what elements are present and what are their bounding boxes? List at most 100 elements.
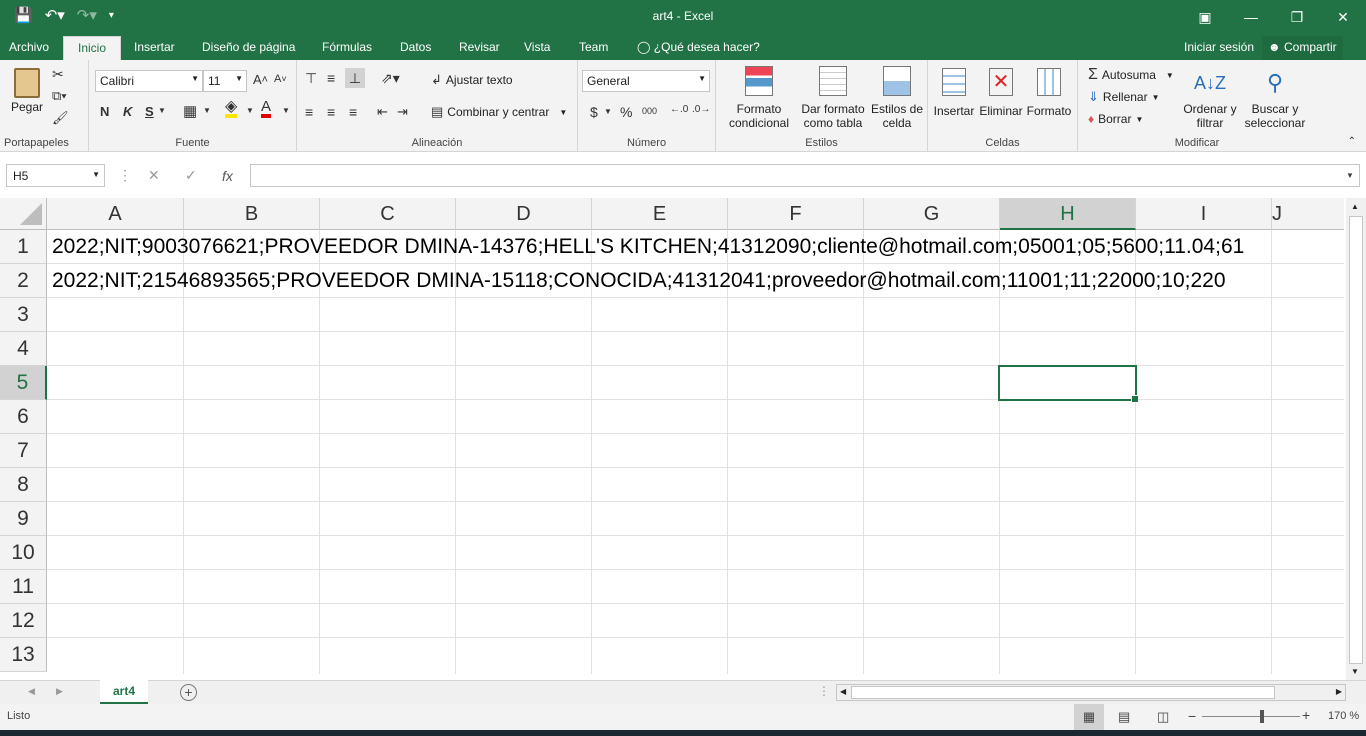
formula-input[interactable] — [250, 164, 1360, 187]
font-name-select[interactable]: Calibri ▼ — [95, 70, 203, 92]
bold-button[interactable]: N — [100, 104, 109, 119]
row-header-10[interactable]: 10 — [0, 536, 47, 570]
currency-button[interactable]: $ — [590, 104, 598, 120]
column-header-j[interactable]: J — [1272, 198, 1344, 230]
row-header-5[interactable]: 5 — [0, 366, 47, 400]
insert-cells-button[interactable]: Insertar — [932, 64, 976, 118]
underline-dropdown-icon[interactable]: ▼ — [158, 106, 166, 115]
column-header-i[interactable]: I — [1136, 198, 1272, 230]
tab-vista[interactable]: Vista — [524, 40, 550, 54]
zoom-level[interactable]: 170 % — [1328, 710, 1359, 722]
column-header-f[interactable]: F — [728, 198, 864, 230]
enter-icon[interactable]: ✓ — [185, 164, 197, 187]
increase-decimal-icon[interactable]: ←.0 — [670, 104, 688, 115]
borders-icon[interactable]: ▦ — [183, 102, 197, 120]
row-header-3[interactable]: 3 — [0, 298, 47, 332]
fill-button[interactable]: ⇓ Rellenar ▼ — [1088, 89, 1160, 105]
decrease-decimal-icon[interactable]: .0→ — [692, 104, 710, 115]
row-header-1[interactable]: 1 — [0, 230, 47, 264]
fill-color-dropdown-icon[interactable]: ▼ — [246, 106, 254, 115]
zoom-out-icon[interactable]: − — [1188, 708, 1196, 724]
percent-button[interactable]: % — [620, 104, 632, 120]
zoom-slider-thumb[interactable] — [1260, 710, 1264, 723]
align-bottom-icon[interactable]: ⊥ — [345, 68, 365, 88]
zoom-in-icon[interactable]: + — [1302, 707, 1310, 723]
row-header-4[interactable]: 4 — [0, 332, 47, 366]
row-header-7[interactable]: 7 — [0, 434, 47, 468]
cut-icon[interactable]: ✂ — [52, 66, 64, 83]
row-header-12[interactable]: 12 — [0, 604, 47, 638]
sign-in-link[interactable]: Iniciar sesión — [1184, 40, 1254, 54]
number-format-select[interactable]: General ▼ — [582, 70, 710, 92]
cell-styles-button[interactable]: Estilos de celda — [868, 64, 926, 130]
horizontal-scroll-thumb[interactable] — [851, 686, 1275, 699]
grow-font-icon[interactable]: A ˄ — [253, 72, 268, 87]
borders-dropdown-icon[interactable]: ▼ — [203, 106, 211, 115]
format-painter-icon[interactable]: 🖌 — [52, 110, 69, 126]
zoom-slider[interactable] — [1202, 710, 1300, 723]
next-sheet-icon[interactable]: ▶ — [56, 686, 63, 697]
align-right-icon[interactable]: ≡ — [349, 104, 357, 120]
column-header-c[interactable]: C — [320, 198, 456, 230]
fill-color-icon[interactable]: ◈ — [225, 99, 238, 118]
restore-icon[interactable]: ❐ — [1274, 0, 1320, 34]
share-button[interactable]: ☻ Compartir — [1262, 36, 1343, 60]
sort-filter-button[interactable]: A↓Z Ordenar y filtrar — [1178, 64, 1242, 130]
column-header-d[interactable]: D — [456, 198, 592, 230]
shrink-font-icon[interactable]: A ˅ — [274, 73, 287, 85]
align-center-icon[interactable]: ≡ — [327, 104, 335, 120]
vertical-scroll-thumb[interactable] — [1349, 216, 1363, 664]
tab-insertar[interactable]: Insertar — [134, 40, 175, 54]
format-cells-button[interactable]: Formato — [1026, 64, 1072, 118]
font-size-select[interactable]: 11 ▼ — [203, 70, 247, 92]
decrease-indent-icon[interactable]: ⇤ — [377, 104, 388, 120]
cell-a2[interactable]: 2022;NIT;21546893565;PROVEEDOR DMINA-151… — [52, 264, 1226, 298]
italic-button[interactable]: K — [123, 104, 132, 119]
cancel-icon[interactable]: ✕ — [148, 164, 160, 187]
conditional-format-button[interactable]: Formato condicional — [722, 64, 796, 130]
tell-me-box[interactable]: ◯ ¿Qué desea hacer? — [637, 40, 760, 54]
scroll-up-icon[interactable]: ▲ — [1351, 202, 1359, 211]
column-header-h[interactable]: H — [1000, 198, 1136, 230]
worksheet-grid[interactable]: A B C D E F G H I J 1 2 3 4 5 6 7 8 9 10… — [0, 198, 1344, 674]
orientation-icon[interactable]: ⇗▾ — [381, 70, 400, 87]
ribbon-display-icon[interactable]: ▣ — [1182, 0, 1228, 34]
scroll-left-icon[interactable]: ◀ — [840, 687, 846, 696]
expand-formula-bar-icon[interactable]: ▼ — [1346, 164, 1354, 187]
horizontal-scrollbar[interactable]: ◀ ▶ — [836, 684, 1346, 701]
minimize-icon[interactable]: — — [1228, 0, 1274, 34]
underline-button[interactable]: S — [145, 104, 154, 119]
column-header-g[interactable]: G — [864, 198, 1000, 230]
scroll-right-icon[interactable]: ▶ — [1336, 687, 1342, 696]
align-top-icon[interactable]: ⊤ — [305, 70, 317, 87]
close-icon[interactable]: ✕ — [1320, 0, 1366, 34]
prev-sheet-icon[interactable]: ◀ — [28, 686, 35, 697]
page-break-icon[interactable]: ◫ — [1157, 709, 1169, 725]
column-header-e[interactable]: E — [592, 198, 728, 230]
tab-formulas[interactable]: Fórmulas — [322, 40, 372, 54]
copy-icon[interactable]: ⧉▾ — [52, 88, 67, 104]
cell-a1[interactable]: 2022;NIT;9003076621;PROVEEDOR DMINA-1437… — [52, 230, 1244, 264]
tab-datos[interactable]: Datos — [400, 40, 431, 54]
normal-view-icon[interactable]: ▦ — [1074, 704, 1104, 730]
sheet-tab-art4[interactable]: art4 — [100, 680, 148, 705]
row-header-13[interactable]: 13 — [0, 638, 47, 672]
autosum-button[interactable]: Σ Autosuma ▼ — [1088, 66, 1174, 84]
align-middle-icon[interactable]: ≡ — [327, 70, 335, 86]
find-select-button[interactable]: ⚲ Buscar y seleccionar — [1238, 64, 1312, 130]
row-header-6[interactable]: 6 — [0, 400, 47, 434]
scroll-down-icon[interactable]: ▼ — [1351, 667, 1359, 676]
name-box[interactable]: H5 ▼ — [6, 164, 105, 187]
select-all-button[interactable] — [0, 198, 47, 230]
font-color-dropdown-icon[interactable]: ▼ — [282, 106, 290, 115]
active-cell-h5[interactable] — [998, 365, 1139, 403]
currency-dropdown-icon[interactable]: ▼ — [604, 107, 612, 116]
tab-archivo[interactable]: Archivo — [9, 40, 49, 54]
insert-function-icon[interactable]: fx — [222, 164, 233, 187]
add-sheet-icon[interactable]: + — [180, 684, 197, 701]
page-layout-icon[interactable]: ▤ — [1118, 709, 1130, 725]
font-color-icon[interactable]: A — [261, 99, 272, 118]
row-header-2[interactable]: 2 — [0, 264, 47, 298]
row-header-9[interactable]: 9 — [0, 502, 47, 536]
merge-center-button[interactable]: ▤ Combinar y centrar ▼ — [431, 104, 567, 120]
